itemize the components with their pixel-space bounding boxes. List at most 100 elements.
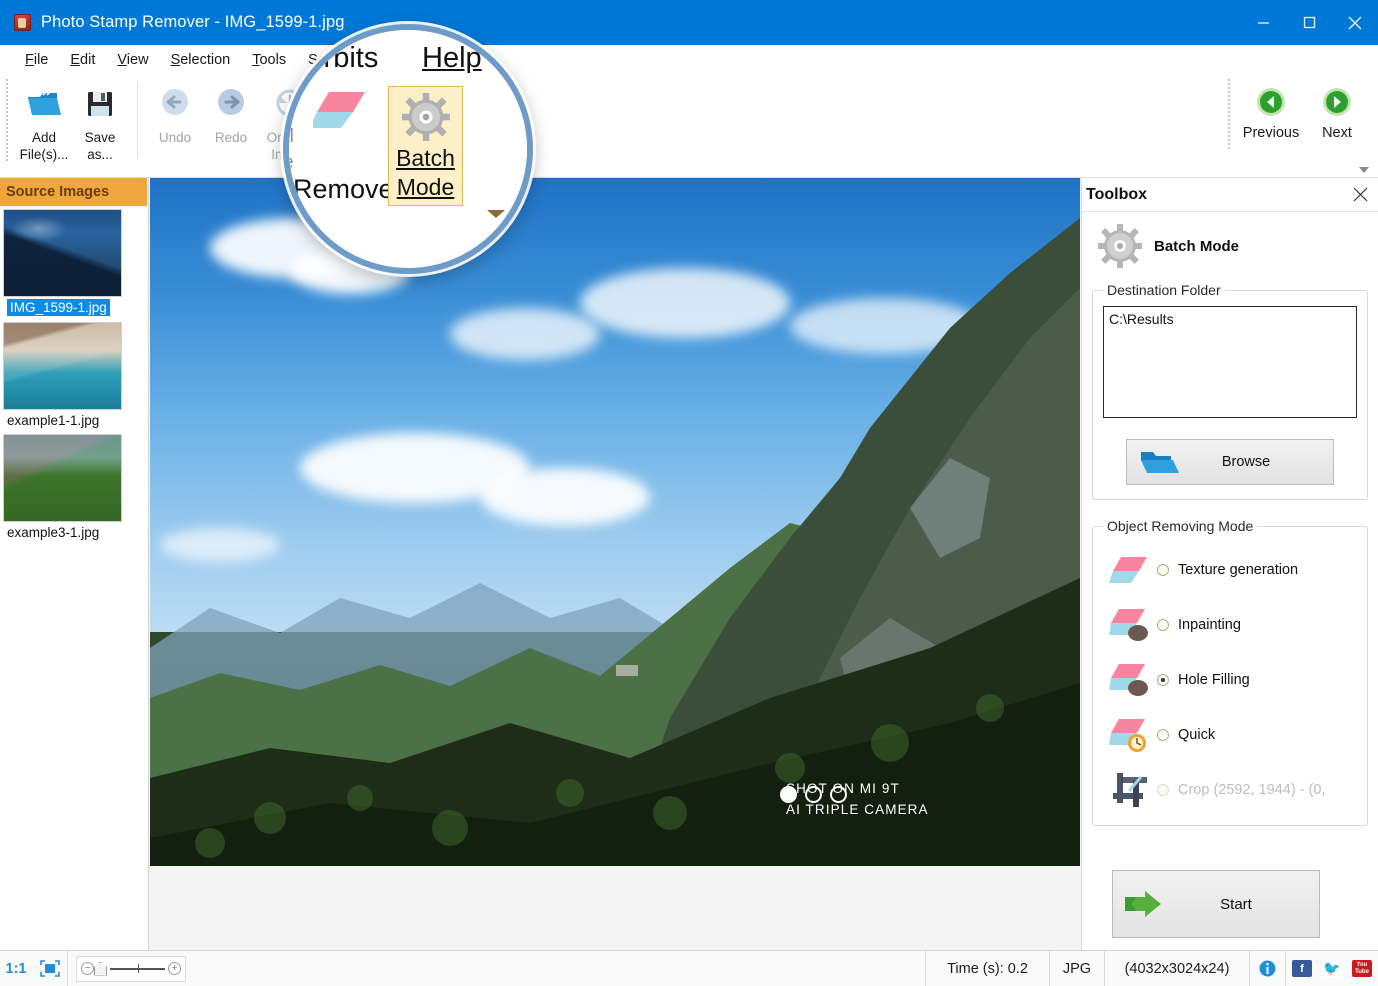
magnified-dropdown-caret-icon[interactable] bbox=[487, 210, 505, 218]
redo-button[interactable]: Redo bbox=[203, 79, 259, 146]
watermark-line-1: SHOT ON MI 9T bbox=[786, 781, 900, 796]
close-icon bbox=[1348, 16, 1362, 29]
magnified-image-frag: e bbox=[283, 152, 294, 173]
save-as-button[interactable]: Save as... bbox=[72, 79, 128, 163]
mode-option-crop: Crop (2592, 1944) - (0, bbox=[1103, 762, 1357, 817]
eraser-clock-icon bbox=[1103, 717, 1157, 753]
mode-label: Hole Filling bbox=[1178, 671, 1250, 688]
ribbon-toolbar: Add File(s)... Save as... Undo Redo Prev… bbox=[0, 75, 1378, 178]
radio-inpainting[interactable] bbox=[1157, 618, 1169, 631]
browse-button[interactable]: Browse bbox=[1126, 439, 1334, 485]
green-arrow-icon bbox=[1125, 891, 1161, 917]
nav-grip[interactable] bbox=[1228, 79, 1230, 149]
undo-icon bbox=[147, 83, 203, 125]
magnified-menu-help[interactable]: Help bbox=[422, 42, 482, 75]
photo-preview[interactable]: SHOT ON MI 9T AI TRIPLE CAMERA bbox=[150, 178, 1080, 866]
zoom-in-button[interactable]: + bbox=[168, 962, 181, 975]
previous-button[interactable]: Previous bbox=[1238, 79, 1304, 141]
mode-option-inpainting[interactable]: Inpainting bbox=[1103, 597, 1357, 652]
thumbnail-label: example1-1.jpg bbox=[7, 413, 100, 428]
youtube-icon[interactable]: You Tube bbox=[1352, 960, 1372, 977]
maximize-button[interactable] bbox=[1286, 0, 1332, 45]
twitter-icon[interactable]: 🐦 bbox=[1322, 960, 1342, 977]
magnified-remove-label[interactable]: Remove bbox=[293, 174, 394, 205]
start-label: Start bbox=[1220, 895, 1252, 913]
save-as-label: Save as... bbox=[84, 130, 116, 162]
menu-file[interactable]: FFileile bbox=[14, 48, 59, 72]
mode-label: Inpainting bbox=[1178, 616, 1241, 633]
thumbnail-label: example3-1.jpg bbox=[7, 525, 100, 540]
list-item[interactable]: IMG_1599-1.jpg bbox=[3, 209, 148, 322]
info-button[interactable] bbox=[1250, 950, 1286, 986]
magnified-batch-line-1: Batch bbox=[396, 145, 455, 171]
source-images-list: IMG_1599-1.jpg example1-1.jpg example3-1… bbox=[0, 206, 148, 546]
next-label: Next bbox=[1322, 125, 1352, 141]
eraser-blob-icon bbox=[1103, 662, 1157, 698]
facebook-icon[interactable]: f bbox=[1292, 960, 1312, 977]
browse-label: Browse bbox=[1221, 454, 1271, 470]
fit-to-screen-icon bbox=[39, 959, 60, 977]
status-format: JPG bbox=[1050, 950, 1105, 986]
status-dimensions: (4032x3024x24) bbox=[1105, 950, 1250, 986]
mode-option-texture-generation[interactable]: Texture generation bbox=[1103, 542, 1357, 597]
add-files-icon bbox=[16, 83, 72, 125]
image-canvas[interactable]: SHOT ON MI 9T AI TRIPLE CAMERA bbox=[149, 178, 1081, 950]
list-item[interactable]: example1-1.jpg bbox=[3, 322, 148, 434]
ribbon-expand-icon[interactable] bbox=[1358, 165, 1370, 175]
eraser-blob-icon bbox=[1103, 607, 1157, 643]
radio-hole-filling[interactable] bbox=[1157, 673, 1169, 686]
mode-label: Crop (2592, 1944) - (0, bbox=[1178, 781, 1326, 798]
folder-open-icon bbox=[1141, 452, 1179, 473]
zoom-slider-thumb[interactable] bbox=[94, 961, 107, 976]
toolbox-close-button[interactable] bbox=[1350, 185, 1370, 205]
thumbnail-image[interactable] bbox=[3, 209, 122, 297]
magnified-original-frag: al bbox=[289, 126, 294, 147]
mountain-landscape bbox=[150, 218, 1080, 866]
status-time: Time (s): 0.2 bbox=[925, 950, 1050, 986]
minimize-button[interactable] bbox=[1240, 0, 1286, 45]
magnifier-content: Sof Orbits Help al e Remove bbox=[289, 30, 527, 268]
menu-selection[interactable]: Selection bbox=[160, 48, 242, 72]
crop-icon bbox=[1103, 771, 1157, 809]
toolbox-mode-title: Batch Mode bbox=[1154, 237, 1240, 255]
next-icon bbox=[1304, 79, 1370, 125]
thumbnail-image[interactable] bbox=[3, 322, 122, 410]
add-files-button[interactable]: Add File(s)... bbox=[16, 79, 72, 163]
thumbnail-label: IMG_1599-1.jpg bbox=[7, 299, 110, 316]
source-images-header: Source Images bbox=[0, 178, 147, 206]
radio-texture-generation[interactable] bbox=[1157, 563, 1169, 576]
destination-folder-input[interactable] bbox=[1103, 306, 1357, 418]
mode-label: Texture generation bbox=[1178, 561, 1299, 578]
redo-icon bbox=[203, 83, 259, 125]
watermark-line-2: AI TRIPLE CAMERA bbox=[786, 802, 929, 817]
zoom-slider-track[interactable] bbox=[110, 963, 165, 973]
magnified-menu-orbits: Orbits bbox=[301, 42, 379, 74]
mode-option-hole-filling[interactable]: Hole Filling bbox=[1103, 652, 1357, 707]
thumbnail-image[interactable] bbox=[3, 434, 122, 522]
magnified-batch-mode-button[interactable]: Batch Mode bbox=[388, 86, 463, 206]
social-links: f 🐦 You Tube bbox=[1286, 951, 1378, 986]
app-photo-icon bbox=[14, 14, 31, 31]
redo-label: Redo bbox=[214, 130, 248, 145]
list-item[interactable]: example3-1.jpg bbox=[3, 434, 148, 546]
page-title: Toolbox bbox=[1086, 185, 1148, 203]
start-button[interactable]: Start bbox=[1112, 870, 1320, 938]
radio-quick[interactable] bbox=[1157, 728, 1169, 741]
previous-label: Previous bbox=[1242, 125, 1300, 141]
next-button[interactable]: Next bbox=[1304, 79, 1370, 141]
magnified-batch-line-2: Mode bbox=[396, 174, 455, 200]
fit-to-screen-button[interactable] bbox=[32, 950, 68, 986]
zoom-ratio-button[interactable]: 1:1 bbox=[0, 951, 32, 986]
mode-option-quick[interactable]: Quick bbox=[1103, 707, 1357, 762]
object-removing-mode-legend: Object Removing Mode bbox=[1107, 518, 1254, 534]
undo-button[interactable]: Undo bbox=[147, 79, 203, 146]
close-button[interactable] bbox=[1332, 0, 1378, 45]
zoom-out-button[interactable]: − bbox=[81, 962, 94, 975]
ribbon-grip[interactable] bbox=[6, 79, 8, 161]
title-bar: Photo Stamp Remover - IMG_1599-1.jpg bbox=[0, 0, 1378, 45]
status-bar: 1:1 − + Time (s): 0.2 JPG (4032x3024x24) bbox=[0, 950, 1378, 986]
zoom-slider[interactable]: − + bbox=[76, 955, 186, 982]
menu-view[interactable]: View bbox=[106, 48, 159, 72]
menu-edit[interactable]: Edit bbox=[59, 48, 106, 72]
toolbox-header: Toolbox bbox=[1082, 178, 1378, 212]
